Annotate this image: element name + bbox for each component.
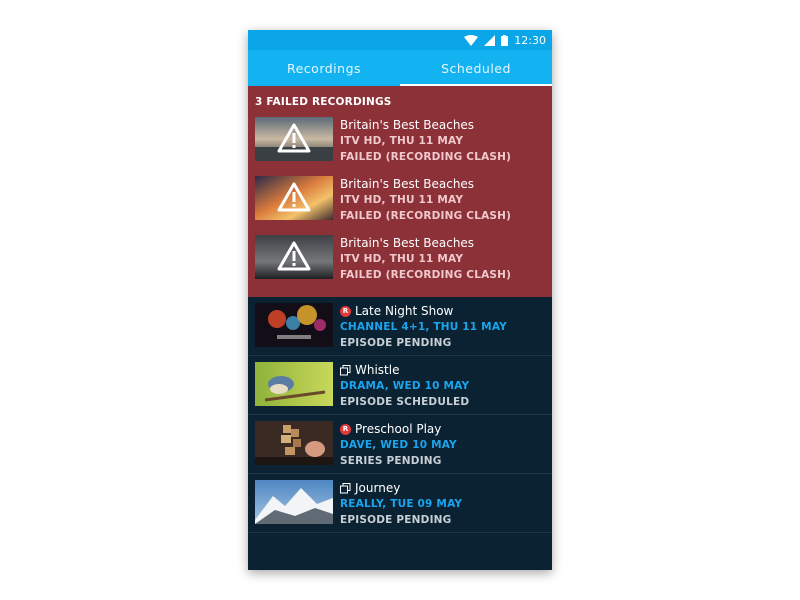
programme-channel: DAVE, WED 10 MAY [340,439,457,451]
programme-status: SERIES PENDING [340,455,442,467]
failed-recording-item[interactable]: Britain's Best Beaches ITV HD, THU 11 MA… [248,114,552,173]
failed-recordings-header: 3 FAILED RECORDINGS [255,96,392,108]
scheduled-item[interactable]: Whistle DRAMA, WED 10 MAY EPISODE SCHEDU… [248,356,552,415]
programme-title: Journey [355,481,401,495]
programme-channel: DRAMA, WED 10 MAY [340,380,470,392]
recording-title: Britain's Best Beaches [340,236,475,250]
programme-channel: REALLY, TUE 09 MAY [340,498,463,510]
warning-icon [277,241,311,271]
tab-bar: Recordings Scheduled [248,50,552,86]
series-icon [340,364,351,375]
programme-channel: CHANNEL 4+1, THU 11 MAY [340,321,507,333]
recording-status: FAILED (RECORDING CLASH) [340,151,512,163]
recording-status: FAILED (RECORDING CLASH) [340,210,512,222]
failed-recording-item[interactable]: Britain's Best Beaches ITV HD, THU 11 MA… [248,173,552,232]
failed-recordings-section: 3 FAILED RECORDINGS Britain's Best Beach… [248,86,552,297]
record-icon: R [340,423,351,435]
recording-channel: ITV HD, THU 11 MAY [340,194,464,206]
recording-title: Britain's Best Beaches [340,118,475,132]
record-icon: R [340,305,351,317]
scheduled-item[interactable]: R Preschool Play DAVE, WED 10 MAY SERIES… [248,415,552,474]
battery-icon [501,34,509,46]
warning-icon [277,123,311,153]
clock: 12:30 [514,33,546,47]
thumbnail [255,176,333,220]
tab-scheduled[interactable]: Scheduled [400,50,552,86]
warning-icon [277,182,311,212]
recording-channel: ITV HD, THU 11 MAY [340,135,464,147]
phone-screen: 12:30 Recordings Scheduled 3 FAILED RECO… [248,30,552,570]
scheduled-list: R Late Night Show CHANNEL 4+1, THU 11 MA… [248,297,552,533]
programme-title: Late Night Show [355,304,454,318]
thumbnail [255,421,333,465]
signal-icon [484,34,496,46]
series-icon [340,482,351,493]
programme-status: EPISODE SCHEDULED [340,396,470,408]
programme-title: Whistle [355,363,400,377]
thumbnail [255,117,333,161]
tab-recordings[interactable]: Recordings [248,50,400,86]
thumbnail [255,362,333,406]
scheduled-item[interactable]: R Late Night Show CHANNEL 4+1, THU 11 MA… [248,297,552,356]
scheduled-item[interactable]: Journey REALLY, TUE 09 MAY EPISODE PENDI… [248,474,552,533]
recording-status: FAILED (RECORDING CLASH) [340,269,512,281]
recording-title: Britain's Best Beaches [340,177,475,191]
wifi-icon [464,34,479,46]
status-bar: 12:30 [248,30,552,50]
failed-recording-item[interactable]: Britain's Best Beaches ITV HD, THU 11 MA… [248,232,552,291]
thumbnail [255,235,333,279]
thumbnail [255,480,333,524]
programme-status: EPISODE PENDING [340,514,452,526]
recording-channel: ITV HD, THU 11 MAY [340,253,464,265]
programme-status: EPISODE PENDING [340,337,452,349]
thumbnail [255,303,333,347]
programme-title: Preschool Play [355,422,442,436]
